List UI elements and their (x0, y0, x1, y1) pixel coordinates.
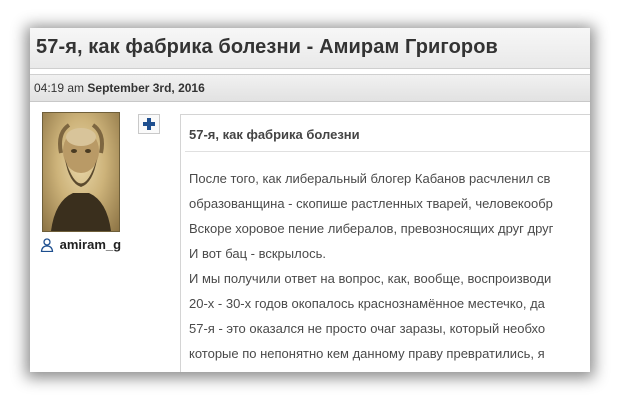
post-heading: 57-я, как фабрика болезни (189, 127, 360, 142)
post-line: И мы получили ответ на вопрос, как, вооб… (189, 271, 552, 286)
post-line: образованщина - скопише растленных тваре… (189, 196, 553, 211)
avatar-portrait (51, 123, 111, 231)
post-line: которые по непонятно кем данному праву п… (189, 346, 545, 361)
page-title: 57-я, как фабрика болезни - Амирам Григо… (36, 36, 498, 58)
avatar[interactable] (42, 112, 120, 232)
post-line: После того, как либеральный блогер Кабан… (189, 171, 551, 186)
username: amiram_g (59, 237, 122, 252)
post-time: 04:19 am (34, 81, 85, 95)
divider (185, 151, 590, 152)
post-line: И вот бац - вскрылось. (189, 246, 326, 261)
date-bar: 04:19 am September 3rd, 2016 (30, 74, 590, 102)
author-link[interactable]: amiram_g (40, 237, 122, 253)
add-button[interactable] (138, 114, 160, 134)
post-line: 20-х - 30-х годов окопалось краснознамён… (189, 296, 545, 311)
user-icon (40, 238, 54, 253)
post-datetime: 04:19 am September 3rd, 2016 (34, 81, 205, 95)
plus-icon (143, 118, 155, 130)
post-line: 57-я - это оказался не просто очаг зараз… (189, 321, 546, 336)
post-line: Вскоре хоровое пение либералов, превозно… (189, 221, 554, 236)
title-bar: 57-я, как фабрика болезни - Амирам Григо… (30, 28, 590, 69)
post-date: September 3rd, 2016 (87, 81, 205, 95)
post-content: 57-я, как фабрика болезни После того, ка… (180, 114, 590, 372)
journal-window: 57-я, как фабрика болезни - Амирам Григо… (30, 28, 590, 372)
